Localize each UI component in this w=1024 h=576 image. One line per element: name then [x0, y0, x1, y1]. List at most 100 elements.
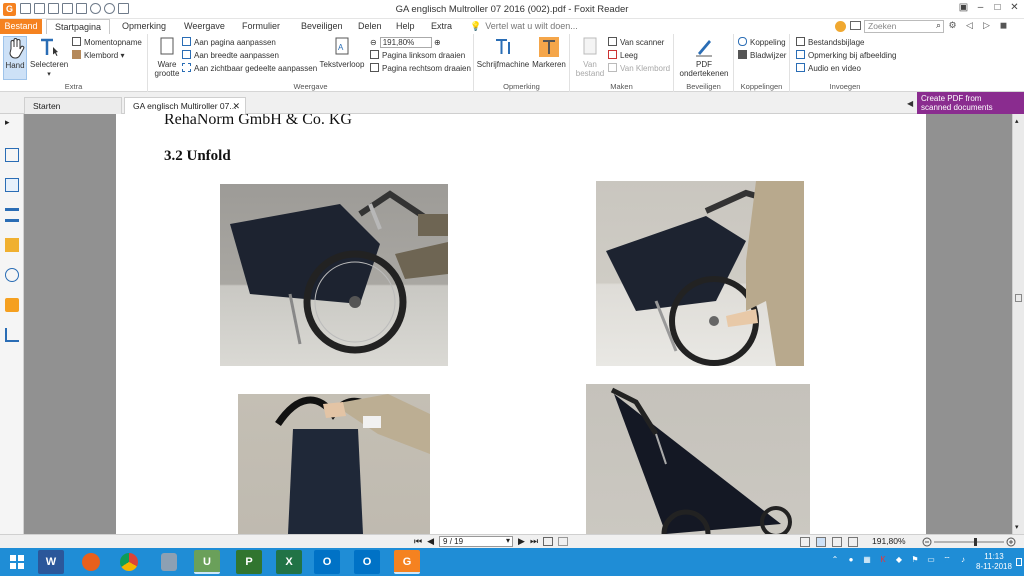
menu-file[interactable]: Bestand — [0, 19, 42, 34]
scrollbar-thumb[interactable] — [1015, 294, 1022, 302]
clipboard-button[interactable]: Klembord ▾ — [72, 50, 125, 62]
continuous-page-icon[interactable] — [816, 537, 826, 547]
fit-width-status-icon[interactable] — [558, 537, 569, 546]
highlight-button[interactable]: Markeren — [530, 36, 568, 69]
project-icon[interactable]: P — [236, 550, 262, 574]
mail-icon[interactable] — [850, 21, 861, 30]
attachments-icon[interactable] — [5, 238, 19, 252]
blank-button[interactable]: Leeg — [608, 50, 638, 62]
tab-help[interactable]: Help — [396, 19, 415, 34]
signature-icon[interactable] — [5, 328, 19, 342]
comments-icon[interactable] — [5, 208, 19, 222]
tab-start[interactable]: Starten — [24, 97, 122, 114]
foxit-reader-icon[interactable]: G — [394, 550, 420, 574]
fit-visible-button[interactable]: Aan zichtbaar gedeelte aanpassen — [182, 63, 317, 75]
tray-app-icon[interactable]: ● — [846, 555, 856, 565]
tab-formulier[interactable]: Formulier — [242, 19, 280, 34]
next-page-button[interactable]: ▶ — [518, 536, 525, 547]
reflow-button[interactable]: A Tekstverloop — [318, 36, 366, 69]
file-attachment-button[interactable]: Bestandsbijlage — [796, 37, 864, 49]
system-clock[interactable]: 11:13 8-11-2018 — [974, 552, 1014, 572]
outlook2-icon[interactable]: O — [354, 550, 380, 574]
scroll-down-icon[interactable]: ▾ — [1015, 523, 1019, 531]
zoom-in-icon[interactable]: ⊕ — [434, 38, 441, 47]
first-page-button[interactable]: ⏮ — [414, 536, 422, 547]
page-number-input[interactable]: 9 / 19 — [439, 536, 514, 547]
layers-icon[interactable] — [5, 178, 19, 192]
outlook-icon[interactable]: O — [314, 550, 340, 574]
tab-beveiligen[interactable]: Beveiligen — [301, 19, 343, 34]
tab-document[interactable]: GA englisch Multiroller 07... ✕ — [124, 97, 246, 114]
tab-weergave[interactable]: Weergave — [184, 19, 225, 34]
select-button[interactable]: Selecteren ▾ — [30, 36, 68, 79]
search-input[interactable]: Zoeken ⌕ — [864, 20, 944, 33]
forward-icon[interactable]: ▷ — [981, 20, 992, 31]
search-icon[interactable]: ⌕ — [936, 20, 941, 31]
tray-chevron-icon[interactable]: ⌃ — [830, 555, 840, 565]
vertical-scrollbar[interactable]: ▴ ▾ — [1012, 114, 1024, 534]
tab-opmerking[interactable]: Opmerking — [122, 19, 166, 34]
close-button[interactable]: ✕ — [1009, 2, 1020, 13]
tray-k-icon[interactable]: K — [878, 555, 888, 565]
fit-width-button[interactable]: Aan breedte aanpassen — [182, 50, 279, 62]
previous-page-button[interactable]: ◀ — [427, 536, 434, 547]
image-annotation-button[interactable]: Opmerking bij afbeelding — [796, 50, 897, 62]
tray-volume-icon[interactable]: ♪ — [958, 555, 968, 565]
from-scanner-button[interactable]: Van scanner — [608, 37, 664, 49]
tray-wifi-icon[interactable]: ⌔ — [942, 555, 952, 565]
create-pdf-promo[interactable]: Create PDF from scanned documents — [917, 92, 1024, 114]
tray-network-icon[interactable]: ▦ — [862, 555, 872, 565]
facing-page-icon[interactable] — [832, 537, 842, 547]
rotate-left-button[interactable]: Pagina linksom draaien — [370, 50, 465, 62]
rotate-right-button[interactable]: Pagina rechtsom draaien — [370, 63, 471, 75]
restore-ribbon-icon[interactable]: ▣ — [958, 2, 969, 13]
settings-icon[interactable]: ⚙ — [947, 20, 958, 31]
link-button[interactable]: Koppeling — [738, 37, 786, 49]
single-page-icon[interactable] — [800, 537, 810, 547]
tab-delen[interactable]: Delen — [358, 19, 382, 34]
fit-page-button[interactable]: Aan pagina aanpassen — [182, 37, 276, 49]
foxit-icon[interactable] — [156, 550, 182, 574]
expand-panel-icon[interactable]: ▸ — [5, 117, 19, 131]
chrome-icon[interactable] — [116, 550, 142, 574]
close-tab-icon[interactable]: ✕ — [232, 98, 240, 114]
tray-flag-icon[interactable]: ⚑ — [910, 555, 920, 565]
tray-shield-icon[interactable]: ◆ — [894, 555, 904, 565]
tell-me-box[interactable]: 💡 Vertel wat u wilt doen... — [470, 19, 578, 34]
last-page-button[interactable]: ⏭ — [530, 536, 538, 547]
smiley-icon[interactable] — [835, 21, 846, 32]
zoom-input[interactable]: 191,80% — [379, 37, 432, 48]
excel-icon[interactable]: X — [276, 550, 302, 574]
pages-icon[interactable] — [5, 148, 19, 162]
back-icon[interactable]: ◁ — [964, 20, 975, 31]
tab-startpagina[interactable]: Startpagina — [46, 19, 111, 34]
account-icon[interactable]: ◼ — [998, 20, 1009, 31]
start-button[interactable] — [4, 550, 30, 574]
scroll-up-icon[interactable]: ▴ — [1015, 117, 1019, 125]
links-icon[interactable] — [5, 268, 19, 282]
notifications-icon[interactable] — [1016, 558, 1022, 566]
tray-battery-icon[interactable]: ▭ — [926, 555, 936, 565]
hand-button[interactable]: Hand — [3, 36, 27, 80]
collapse-arrow-icon[interactable]: ◀ — [907, 99, 913, 108]
sign-pdf-button[interactable]: PDF ondertekenen — [678, 36, 730, 78]
word-icon[interactable]: W — [38, 550, 64, 574]
audio-video-button[interactable]: Audio en video — [796, 63, 861, 75]
zoom-out-icon[interactable]: ⊖ — [370, 38, 377, 47]
from-file-button[interactable]: Van bestand — [572, 36, 608, 78]
fit-page-status-icon[interactable] — [543, 537, 554, 546]
security-lock-icon[interactable] — [5, 298, 19, 312]
actual-size-button[interactable]: Ware grootte — [152, 36, 182, 78]
tab-extra[interactable]: Extra — [431, 19, 452, 34]
bookmark-button[interactable]: Bladwijzer — [738, 50, 786, 62]
maximize-button[interactable]: □ — [992, 2, 1003, 13]
uk-app-icon[interactable]: U — [194, 550, 220, 574]
typewriter-button[interactable]: Schrijfmachine — [476, 36, 530, 69]
snapshot-button[interactable]: Momentopname — [72, 37, 142, 49]
continuous-facing-icon[interactable] — [848, 537, 858, 547]
firefox-icon[interactable] — [78, 550, 104, 574]
document-viewport[interactable]: RehaNorm GmbH & Co. KG 3.2 Unfold — [24, 114, 1012, 534]
from-clipboard-button[interactable]: Van Klembord — [608, 63, 670, 75]
minimize-button[interactable]: – — [975, 2, 986, 13]
zoom-slider[interactable] — [922, 537, 1017, 547]
